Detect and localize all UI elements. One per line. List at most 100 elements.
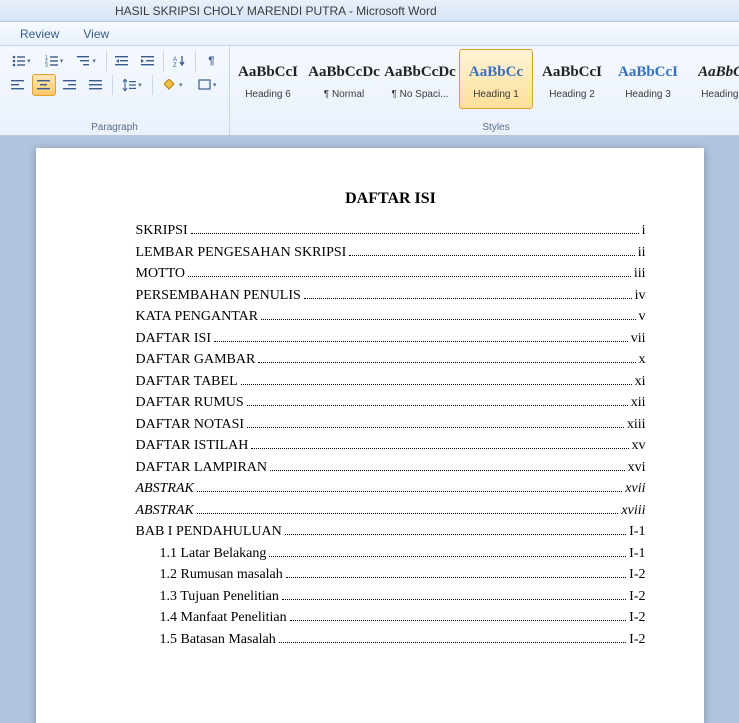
- style-item-heading-4[interactable]: AaBbCcHeading 4: [687, 49, 739, 109]
- toc-page-number: I-1: [629, 525, 645, 539]
- separator: [106, 51, 107, 71]
- line-spacing-button[interactable]: ▾: [117, 74, 149, 96]
- toc-page-number: x: [639, 353, 646, 367]
- toc-leader-dots: [247, 427, 624, 428]
- group-styles: AaBbCcIHeading 6AaBbCcDc¶ NormalAaBbCcDc…: [230, 46, 739, 135]
- toc-entry: DAFTAR GAMBARx: [136, 353, 646, 367]
- toc-page-number: i: [642, 224, 646, 238]
- align-left-button[interactable]: [6, 74, 30, 96]
- multilevel-list-button[interactable]: ▾: [71, 50, 102, 72]
- chevron-down-icon: ▾: [92, 57, 96, 65]
- toc-entry: DAFTAR TABELxi: [136, 375, 646, 389]
- svg-text:3: 3: [45, 63, 48, 67]
- separator: [112, 75, 113, 95]
- toc-label: DAFTAR ISI: [136, 332, 212, 346]
- toc-label: 1.3 Tujuan Penelitian: [160, 590, 279, 604]
- toc-entry: 1.5 Batasan Masalah I-2: [136, 633, 646, 647]
- toc-page-number: v: [639, 310, 646, 324]
- toc-label: ABSTRAK: [136, 482, 194, 496]
- toc-label: SKRIPSI: [136, 224, 188, 238]
- table-of-contents: SKRIPSI i LEMBAR PENGESAHAN SKRIPSI ii MOTTO…: [136, 224, 646, 647]
- toc-leader-dots: [282, 599, 626, 600]
- separator: [152, 75, 153, 95]
- group-label-styles: Styles: [230, 120, 739, 135]
- svg-text:Z: Z: [173, 63, 177, 67]
- toc-page-number: xvi: [628, 461, 646, 475]
- toc-leader-dots: [241, 384, 632, 385]
- document-workspace[interactable]: DAFTAR ISI SKRIPSI i LEMBAR PENGESAHAN SKR…: [0, 136, 739, 723]
- separator: [163, 51, 164, 71]
- toc-label: DAFTAR ISTILAH: [136, 439, 249, 453]
- toc-label: DAFTAR TABEL: [136, 375, 238, 389]
- borders-button[interactable]: ▾: [191, 74, 223, 96]
- toc-page-number: I-2: [629, 611, 645, 625]
- toc-page-number: ii: [638, 246, 646, 260]
- styles-gallery[interactable]: AaBbCcIHeading 6AaBbCcDc¶ NormalAaBbCcDc…: [230, 49, 739, 109]
- shading-button[interactable]: ▾: [157, 74, 189, 96]
- style-preview: AaBbCc: [698, 59, 739, 87]
- toc-entry: DAFTAR LAMPIRAN xvi: [136, 461, 646, 475]
- toc-page-number: iv: [635, 289, 646, 303]
- toc-leader-dots: [261, 319, 635, 320]
- toc-leader-dots: [269, 556, 626, 557]
- toc-leader-dots: [285, 534, 626, 535]
- toc-page-number: vii: [631, 332, 646, 346]
- style-item---no-spaci---[interactable]: AaBbCcDc¶ No Spaci...: [383, 49, 457, 109]
- toc-leader-dots: [258, 362, 635, 363]
- style-name: Heading 2: [549, 89, 595, 100]
- toc-entry: PERSEMBAHAN PENULISiv: [136, 289, 646, 303]
- style-name: ¶ Normal: [324, 89, 364, 100]
- toc-leader-dots: [270, 470, 625, 471]
- toc-label: 1.5 Batasan Masalah: [160, 633, 276, 647]
- toc-leader-dots: [247, 405, 628, 406]
- decrease-indent-button[interactable]: [111, 50, 134, 72]
- toc-page-number: xii: [631, 396, 646, 410]
- chevron-down-icon: ▾: [138, 81, 142, 89]
- toc-leader-dots: [286, 577, 626, 578]
- toc-page-number: I-2: [629, 633, 645, 647]
- document-heading: DAFTAR ISI: [136, 190, 646, 208]
- toc-entry: BAB I PENDAHULUANI-1: [136, 525, 646, 539]
- ribbon: ▾ 123 ▾ ▾ AZ: [0, 46, 739, 136]
- sort-button[interactable]: AZ: [168, 50, 191, 72]
- toc-entry: KATA PENGANTAR v: [136, 310, 646, 324]
- style-item-heading-1[interactable]: AaBbCcHeading 1: [459, 49, 533, 109]
- toc-leader-dots: [214, 341, 628, 342]
- style-preview: AaBbCcDc: [308, 59, 380, 87]
- toc-label: 1.4 Manfaat Penelitian: [160, 611, 287, 625]
- toc-label: KATA PENGANTAR: [136, 310, 259, 324]
- toc-label: DAFTAR LAMPIRAN: [136, 461, 268, 475]
- justify-button[interactable]: [84, 74, 108, 96]
- toc-label: LEMBAR PENGESAHAN SKRIPSI: [136, 246, 347, 260]
- toc-page-number: iii: [634, 267, 646, 281]
- toc-page-number: I-2: [629, 590, 645, 604]
- style-preview: AaBbCcDc: [384, 59, 456, 87]
- toc-leader-dots: [349, 255, 634, 256]
- toc-label: ABSTRAK: [136, 504, 194, 518]
- style-item---normal[interactable]: AaBbCcDc ¶ Normal: [307, 49, 381, 109]
- style-preview: AaBbCcI: [618, 59, 678, 87]
- style-preview: AaBbCc: [469, 59, 523, 87]
- style-name: Heading 6: [245, 89, 291, 100]
- numbering-button[interactable]: 123 ▾: [39, 50, 70, 72]
- show-marks-button[interactable]: ¶: [200, 50, 223, 72]
- toc-entry: DAFTAR NOTASI xiii: [136, 418, 646, 432]
- tab-review[interactable]: Review: [20, 27, 59, 41]
- align-right-button[interactable]: [58, 74, 82, 96]
- toc-page-number: xiii: [627, 418, 646, 432]
- increase-indent-button[interactable]: [136, 50, 159, 72]
- toc-label: DAFTAR NOTASI: [136, 418, 245, 432]
- style-preview: AaBbCcI: [238, 59, 298, 87]
- align-center-button[interactable]: [32, 74, 56, 96]
- style-item-heading-2[interactable]: AaBbCcIHeading 2: [535, 49, 609, 109]
- toc-entry: MOTTOiii: [136, 267, 646, 281]
- chevron-down-icon: ▾: [179, 81, 183, 89]
- bullets-button[interactable]: ▾: [6, 50, 37, 72]
- style-item-heading-3[interactable]: AaBbCcIHeading 3: [611, 49, 685, 109]
- toc-leader-dots: [197, 513, 619, 514]
- toc-entry: DAFTAR RUMUSxii: [136, 396, 646, 410]
- style-item-heading-6[interactable]: AaBbCcI Heading 6: [231, 49, 305, 109]
- tab-view[interactable]: View: [83, 27, 109, 41]
- toc-label: 1.1 Latar Belakang: [160, 547, 267, 561]
- ribbon-tabs: Review View: [0, 22, 739, 46]
